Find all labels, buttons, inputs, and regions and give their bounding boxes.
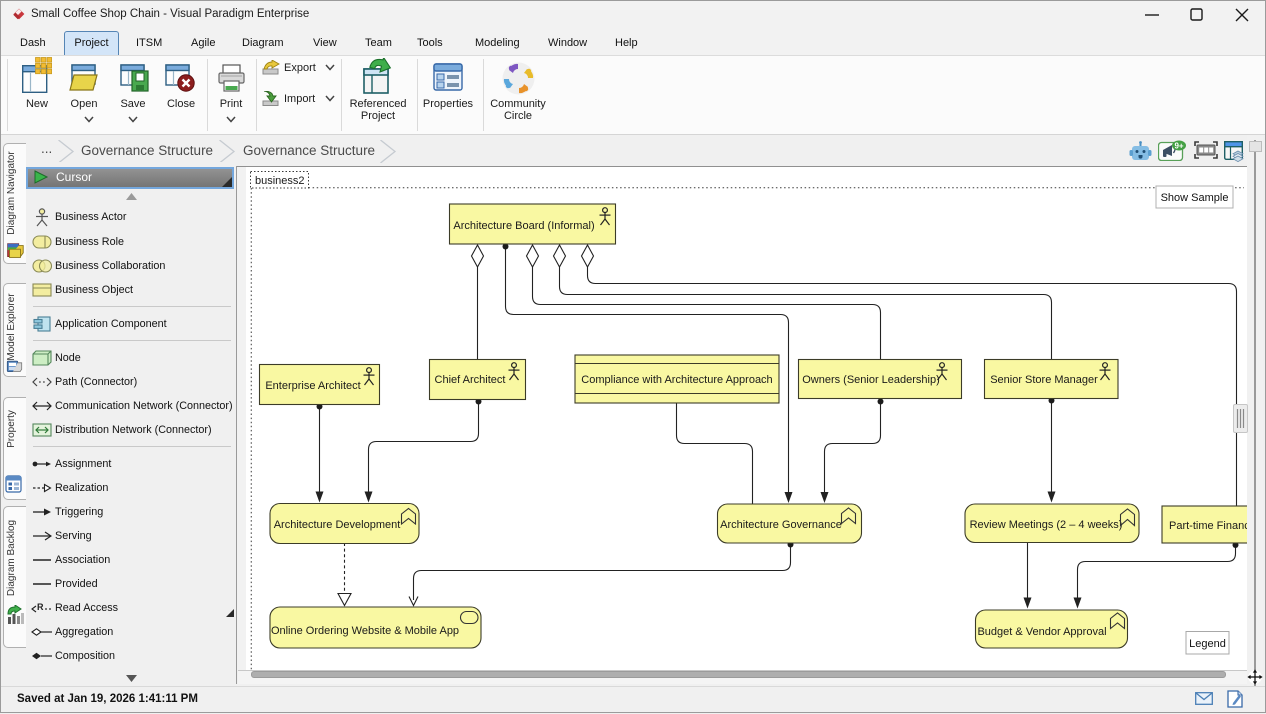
svg-text:Chief Architect: Chief Architect	[435, 374, 506, 386]
svg-text:Online Ordering Website & Mobi: Online Ordering Website & Mobile App	[271, 625, 459, 637]
svg-text:Part-time Financi: Part-time Financi	[1169, 520, 1250, 532]
svg-text:Senior Store Manager: Senior Store Manager	[990, 374, 1098, 386]
svg-text:Enterprise Architect: Enterprise Architect	[265, 380, 360, 392]
svg-text:business2: business2	[255, 175, 305, 187]
svg-text:Legend: Legend	[1189, 638, 1226, 650]
svg-text:Review Meetings (2 – 4 weeks): Review Meetings (2 – 4 weeks)	[970, 519, 1123, 531]
svg-text:Architecture Board (Informal): Architecture Board (Informal)	[453, 220, 594, 232]
svg-text:Architecture Development: Architecture Development	[274, 519, 401, 531]
svg-text:R: R	[37, 602, 44, 612]
svg-text:Architecture Governance: Architecture Governance	[720, 519, 842, 531]
svg-text:Owners (Senior Leadership): Owners (Senior Leadership)	[802, 374, 940, 386]
svg-text:9+: 9+	[1174, 142, 1183, 151]
svg-text:Compliance with Architecture A: Compliance with Architecture Approach	[581, 374, 772, 386]
svg-text:Show Sample: Show Sample	[1161, 192, 1229, 204]
svg-text:Budget & Vendor Approval: Budget & Vendor Approval	[977, 626, 1106, 638]
